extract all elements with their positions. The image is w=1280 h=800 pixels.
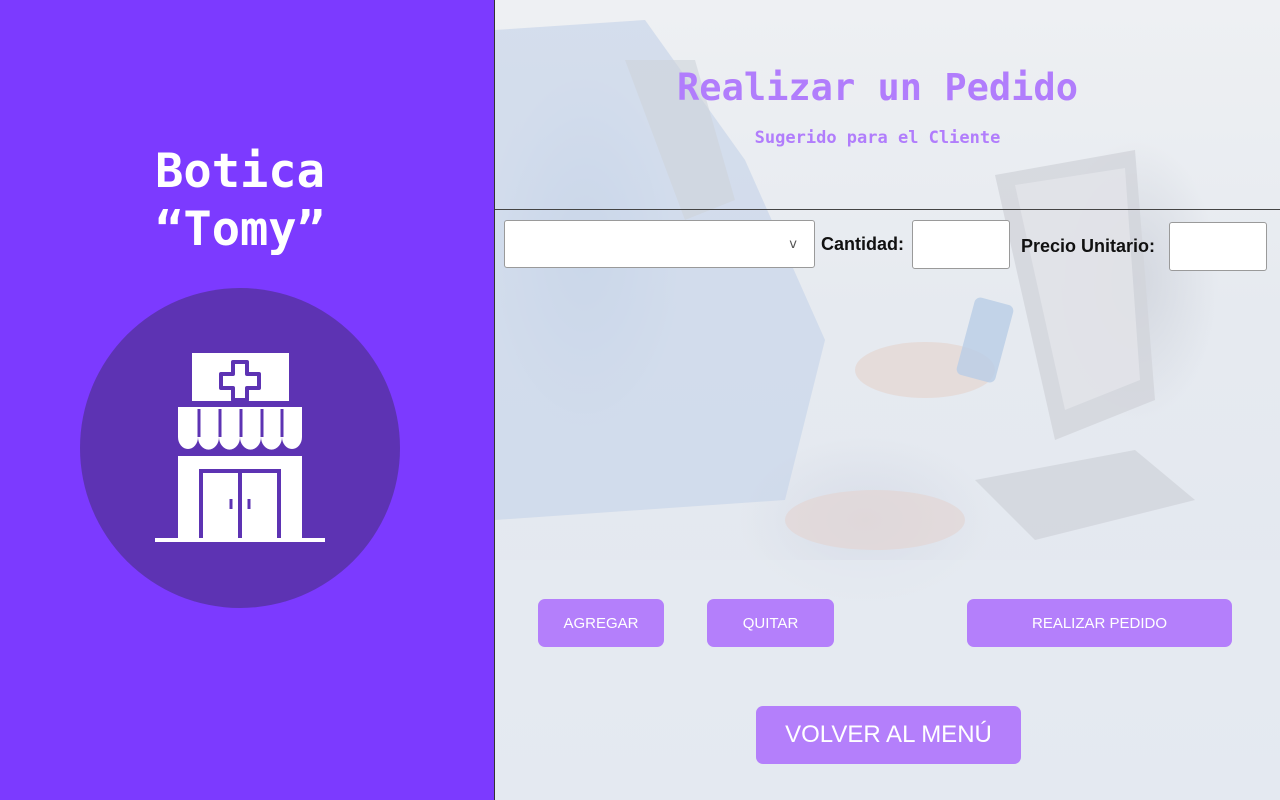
brand-panel: Botica “Tomy” (0, 0, 494, 800)
unit-price-field[interactable] (1169, 222, 1267, 271)
quantity-label: Cantidad: (821, 234, 904, 254)
brand-name: Botica “Tomy” (0, 143, 480, 259)
background-illustration (495, 20, 1280, 800)
page-title: Realizar un Pedido (677, 66, 1078, 109)
page-subtitle: Sugerido para el Cliente (754, 128, 1001, 148)
add-button[interactable]: AGREGAR (538, 599, 664, 647)
logo-circle (80, 288, 400, 608)
header-divider (495, 209, 1280, 210)
unit-price-label: Precio Unitario: (1021, 236, 1156, 256)
brand-name-line2: “Tomy” (155, 202, 325, 257)
back-to-menu-button[interactable]: VOLVER AL MENÚ (756, 706, 1021, 764)
product-select[interactable]: v (504, 220, 815, 268)
pharmacy-store-icon (155, 353, 325, 542)
background-photo (495, 0, 1280, 800)
place-order-button[interactable]: REALIZAR PEDIDO (967, 599, 1232, 647)
quantity-field[interactable] (912, 220, 1010, 269)
remove-button[interactable]: QUITAR (707, 599, 834, 647)
brand-name-line1: Botica (155, 144, 325, 199)
order-panel: Realizar un Pedido Sugerido para el Clie… (495, 0, 1280, 800)
chevron-down-icon: v (789, 237, 797, 252)
